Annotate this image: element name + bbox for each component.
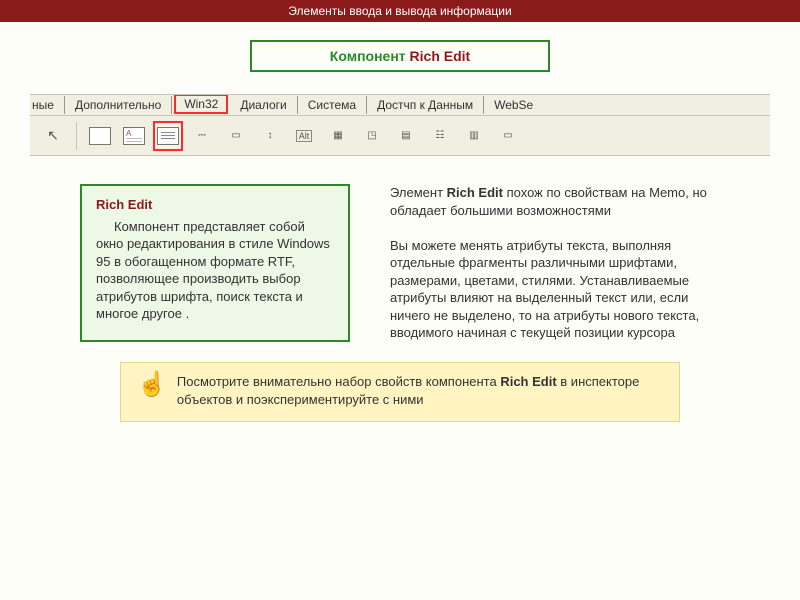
- palette-richedit-icon[interactable]: [153, 121, 183, 151]
- tab-data-access[interactable]: Достчп к Данным: [367, 96, 484, 114]
- pointing-hand-icon: ☝: [137, 373, 167, 397]
- tab-win32[interactable]: Win32: [174, 94, 228, 114]
- palette-tabcontrol-icon[interactable]: [85, 121, 115, 151]
- palette-treeview-icon[interactable]: ☷: [425, 121, 455, 151]
- description-body: Компонент представляет собой окно редакт…: [96, 218, 334, 323]
- palette-divider: [76, 122, 77, 150]
- tab-dialogs[interactable]: Диалоги: [230, 96, 297, 114]
- palette-listview-icon[interactable]: ▥: [459, 121, 489, 151]
- palette-pagecontrol-icon[interactable]: [119, 121, 149, 151]
- content-columns: Rich Edit Компонент представляет собой о…: [80, 184, 760, 342]
- palette-tabs: ные Дополнительно Win32 Диалоги Система …: [30, 94, 770, 116]
- palette-animate-icon[interactable]: ▦: [323, 121, 353, 151]
- side-p1-name: Rich Edit: [447, 185, 503, 200]
- tip-a: Посмотрите внимательно набор свойств ком…: [177, 374, 500, 389]
- palette-header-icon[interactable]: ▭: [493, 121, 523, 151]
- description-heading: Rich Edit: [96, 196, 334, 214]
- side-paragraphs: Элемент Rich Edit похож по свойствам на …: [390, 184, 720, 342]
- tab-webservices[interactable]: WebSe: [484, 96, 543, 114]
- tip-text: Посмотрите внимательно набор свойств ком…: [177, 373, 663, 409]
- ide-palette-screenshot: ные Дополнительно Win32 Диалоги Система …: [30, 94, 770, 156]
- title-prefix: Компонент: [330, 48, 410, 64]
- palette-cursor-icon[interactable]: ↖: [38, 121, 68, 151]
- side-p1-a: Элемент: [390, 185, 447, 200]
- tip-name: Rich Edit: [500, 374, 556, 389]
- palette-hotkey-icon[interactable]: Alt: [289, 121, 319, 151]
- palette-datetime-icon[interactable]: ◳: [357, 121, 387, 151]
- side-p2: Вы можете менять атрибуты текста, выполн…: [390, 237, 720, 342]
- palette-updown-icon[interactable]: ↕: [255, 121, 285, 151]
- side-p1: Элемент Rich Edit похож по свойствам на …: [390, 184, 720, 219]
- description-box: Rich Edit Компонент представляет собой о…: [80, 184, 350, 342]
- palette-row: ↖ ⎓ ▭ ↕ Alt ▦ ◳ ▤ ☷ ▥ ▭: [30, 116, 770, 156]
- component-title-box: Компонент Rich Edit: [250, 40, 550, 72]
- tab-system[interactable]: Система: [298, 96, 367, 114]
- page-banner: Элементы ввода и вывода информации: [0, 0, 800, 22]
- palette-trackbar-icon[interactable]: ⎓: [187, 121, 217, 151]
- tab-additional[interactable]: Дополнительно: [65, 96, 172, 114]
- tip-box: ☝ Посмотрите внимательно набор свойств к…: [120, 362, 680, 422]
- palette-progressbar-icon[interactable]: ▭: [221, 121, 251, 151]
- title-name: Rich Edit: [410, 48, 471, 64]
- tab-partial[interactable]: ные: [30, 96, 65, 114]
- palette-month-icon[interactable]: ▤: [391, 121, 421, 151]
